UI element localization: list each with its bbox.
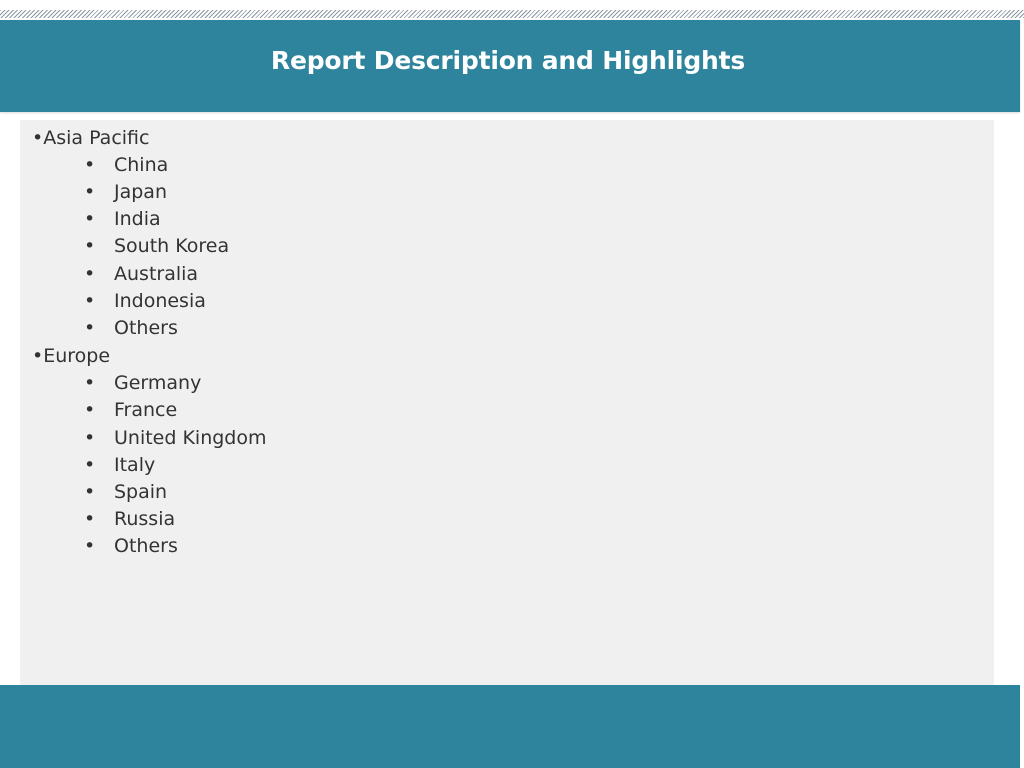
slide-title: Report Description and Highlights <box>270 46 746 75</box>
list-item: • South Korea <box>84 235 230 257</box>
region-asia-pacific: •Asia Pacific <box>32 127 149 149</box>
list-item: • India <box>84 208 161 230</box>
region-label: Asia Pacific <box>43 127 150 149</box>
list-item: • Japan <box>84 181 167 203</box>
bullet-icon: • <box>84 535 96 557</box>
list-item: • Australia <box>84 263 199 285</box>
bullet-icon: • <box>84 508 96 530</box>
bullet-icon: • <box>84 454 96 476</box>
bullet-icon: • <box>84 427 96 449</box>
list-item: • United Kingdom <box>84 427 267 449</box>
list-item: • Italy <box>84 454 156 476</box>
bullet-icon: • <box>84 290 96 312</box>
bullet-icon: • <box>84 181 96 203</box>
bullet-icon: • <box>84 263 96 285</box>
slide-page: Report Description and Highlights •Asia … <box>0 0 1024 768</box>
bullet-icon: • <box>84 481 96 503</box>
list-item: • China <box>84 154 169 176</box>
content-panel: •Asia Pacific • China • Japan • India • Sout… <box>20 120 994 685</box>
list-item: • Russia <box>84 508 176 530</box>
bullet-icon: • <box>84 317 96 339</box>
list-item: • Spain <box>84 481 168 503</box>
bullet-icon: • <box>84 154 96 176</box>
list-item: • Indonesia <box>84 290 206 312</box>
top-hatched-stripe <box>0 10 1024 18</box>
list-item: • Germany <box>84 372 202 394</box>
bullet-icon: • <box>84 235 96 257</box>
footer-band <box>0 685 1020 768</box>
region-label: Europe <box>43 345 111 367</box>
list-item: • France <box>84 399 178 421</box>
list-item: • Others <box>84 535 178 557</box>
region-europe: •Europe <box>32 345 110 367</box>
bullet-icon: • <box>32 127 44 149</box>
bullet-icon: • <box>84 399 96 421</box>
bullet-icon: • <box>84 372 96 394</box>
bullet-icon: • <box>32 345 44 367</box>
bullet-icon: • <box>84 208 96 230</box>
list-item: • Others <box>84 317 178 339</box>
